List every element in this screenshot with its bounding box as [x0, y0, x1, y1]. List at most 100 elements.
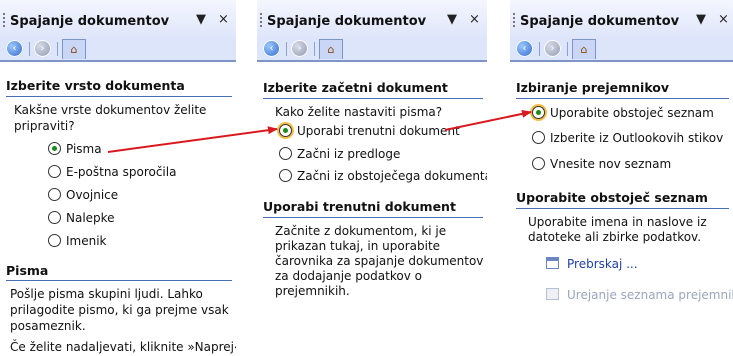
radio-button[interactable]	[279, 169, 292, 182]
description-line: Pošlje pisma skupini ljudi. Lahko	[10, 287, 203, 301]
radio-button[interactable]	[532, 157, 545, 170]
edit-link-label: Urejanje seznama prejemnikov	[567, 288, 733, 302]
radio-label: Pisma	[66, 142, 102, 156]
radio-label: Uporabite obstoječ seznam	[550, 106, 714, 120]
heading-rule	[263, 98, 483, 99]
dropdown-icon[interactable]: ▼	[447, 12, 457, 27]
grip-handle[interactable]	[513, 13, 517, 27]
radio-label: Začni iz predloge	[297, 147, 401, 161]
description-line: datoteke ali zbirke podatkov.	[528, 230, 702, 244]
close-icon[interactable]: ×	[469, 12, 480, 27]
description-line: prikazan tukaj, in uporabite	[275, 239, 441, 253]
home-icon[interactable]: ⌂	[572, 39, 596, 59]
back-arrow-icon[interactable]: ‹	[6, 40, 23, 57]
description-line: čarovnika za spajanje dokumentov	[275, 254, 484, 268]
back-arrow-icon[interactable]: ‹	[263, 40, 280, 57]
description-line: posameznik.	[10, 319, 86, 333]
close-icon[interactable]: ×	[218, 12, 229, 27]
radio-option-directory[interactable]: Imenik	[48, 234, 107, 248]
radio-option-envelopes[interactable]: Ovojnice	[48, 188, 118, 202]
tab-underline	[510, 60, 733, 62]
nav-separator	[29, 42, 30, 56]
radio-label: Ovojnice	[66, 188, 119, 202]
question-text-line1: Kakšne vrste dokumentov želite	[14, 103, 207, 117]
radio-button[interactable]	[48, 211, 61, 224]
pane-titlebar: Spajanje dokumentov ▼ ×	[0, 0, 236, 38]
heading-rule	[516, 208, 729, 209]
section-heading: Uporabite obstoječ seznam	[516, 190, 708, 205]
radio-button[interactable]	[279, 124, 292, 137]
radio-label: Imenik	[66, 234, 107, 248]
edit-recipient-list-link: Urejanje seznama prejemnikov	[546, 288, 733, 302]
grip-handle[interactable]	[260, 13, 264, 27]
back-arrow-icon[interactable]: ‹	[516, 40, 533, 57]
radio-button[interactable]	[532, 106, 545, 119]
radio-label: Uporabi trenutni dokument	[297, 124, 460, 138]
radio-option-outlook-contacts[interactable]: Izberite iz Outlookovih stikov	[532, 131, 723, 145]
pane-title: Spajanje dokumentov	[10, 14, 170, 29]
radio-option-new-list[interactable]: Vnesite nov seznam	[532, 157, 671, 171]
pane-titlebar: Spajanje dokumentov ▼ ×	[257, 0, 487, 38]
section-heading: Uporabi trenutni dokument	[263, 199, 456, 214]
question-text-line2: pripraviti?	[14, 119, 75, 133]
heading-rule	[263, 217, 483, 218]
pane-titlebar: Spajanje dokumentov ▼ ×	[510, 0, 733, 38]
browse-link[interactable]: Prebrskaj ...	[546, 257, 638, 271]
dropdown-icon[interactable]: ▼	[696, 12, 706, 27]
nav-toolbar: ‹ › ⌂	[0, 38, 236, 60]
section-heading: Izberite začetni dokument	[263, 80, 448, 95]
description-line: prejemnikih.	[275, 284, 350, 298]
nav-separator	[286, 42, 287, 56]
mail-merge-pane-step3: Spajanje dokumentov ▼ × ‹ › ⌂ Izbiranje …	[510, 0, 733, 356]
footer-instruction: Če želite nadaljevati, kliknite »Naprej«…	[10, 340, 236, 354]
description-line: Uporabite imena in naslove iz	[528, 215, 707, 229]
radio-button[interactable]	[279, 147, 292, 160]
nav-separator	[57, 42, 58, 56]
heading-rule	[6, 96, 232, 97]
question-text: Kako želite nastaviti pisma?	[275, 105, 443, 119]
forward-arrow-icon[interactable]: ›	[291, 40, 308, 57]
mail-merge-pane-step2: Spajanje dokumentov ▼ × ‹ › ⌂ Izberite z…	[257, 0, 487, 356]
grip-handle[interactable]	[3, 13, 7, 27]
tab-underline	[0, 60, 236, 62]
home-icon[interactable]: ⌂	[319, 39, 343, 59]
nav-separator	[567, 42, 568, 56]
forward-arrow-icon[interactable]: ›	[34, 40, 51, 57]
mail-merge-pane-step1: Spajanje dokumentov ▼ × ‹ › ⌂ Izberite v…	[0, 0, 236, 356]
description-line: Začnite z dokumentom, ki je	[275, 224, 447, 238]
close-icon[interactable]: ×	[718, 12, 729, 27]
radio-button[interactable]	[48, 234, 61, 247]
radio-button[interactable]	[48, 165, 61, 178]
heading-rule	[516, 98, 729, 99]
radio-option-existing-document[interactable]: Začni iz obstoječega dokumenta	[279, 169, 487, 183]
nav-toolbar: ‹ › ⌂	[257, 38, 487, 60]
pane-title: Spajanje dokumentov	[267, 14, 427, 29]
radio-option-current-document[interactable]: Uporabi trenutni dokument	[279, 124, 460, 138]
radio-option-email[interactable]: E-poštna sporočila	[48, 165, 176, 179]
radio-option-letters[interactable]: Pisma	[48, 142, 102, 156]
radio-label: Začni iz obstoječega dokumenta	[297, 169, 487, 183]
heading-rule	[6, 280, 232, 281]
radio-option-template[interactable]: Začni iz predloge	[279, 147, 400, 161]
radio-option-existing-list[interactable]: Uporabite obstoječ seznam	[532, 106, 714, 120]
radio-button[interactable]	[48, 188, 61, 201]
section-heading: Izbiranje prejemnikov	[516, 80, 670, 95]
radio-label: Nalepke	[66, 211, 115, 225]
dropdown-icon[interactable]: ▼	[196, 12, 206, 27]
radio-button[interactable]	[532, 131, 545, 144]
nav-separator	[314, 42, 315, 56]
description-line: prilagodite pismo, ki ga prejme vsak	[10, 303, 229, 317]
browse-link-label: Prebrskaj ...	[567, 257, 638, 271]
radio-option-labels[interactable]: Nalepke	[48, 211, 115, 225]
nav-separator	[539, 42, 540, 56]
forward-arrow-icon[interactable]: ›	[544, 40, 561, 57]
radio-button[interactable]	[48, 142, 61, 155]
browse-icon	[546, 257, 559, 269]
section-heading: Pisma	[6, 263, 49, 278]
edit-list-icon	[546, 288, 559, 300]
nav-toolbar: ‹ › ⌂	[510, 38, 733, 60]
home-icon[interactable]: ⌂	[62, 39, 86, 59]
pane-title: Spajanje dokumentov	[520, 14, 680, 29]
tab-underline	[257, 60, 487, 62]
section-heading: Izberite vrsto dokumenta	[6, 78, 185, 93]
